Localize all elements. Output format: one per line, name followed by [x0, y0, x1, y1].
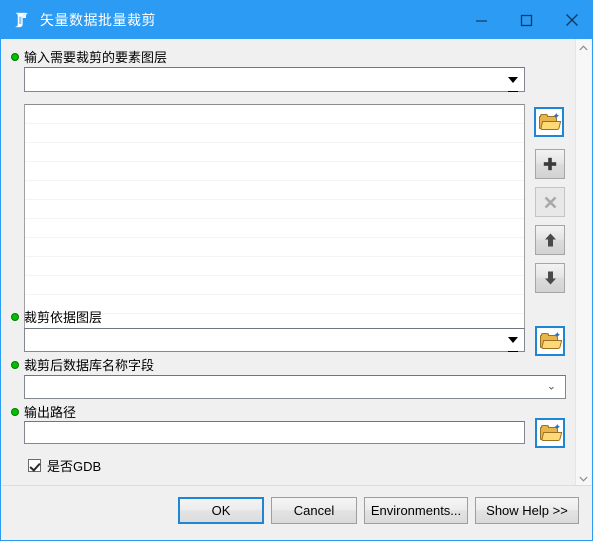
close-button[interactable] — [549, 1, 592, 39]
ok-button[interactable]: OK — [178, 497, 264, 524]
remove-row-button[interactable] — [535, 187, 565, 217]
list-item[interactable] — [25, 124, 524, 143]
required-indicator-icon — [11, 52, 19, 61]
chevron-down-icon[interactable] — [508, 337, 518, 352]
gdb-checkbox[interactable] — [28, 459, 41, 472]
scroll-up-arrow-icon[interactable] — [576, 39, 591, 56]
minimize-button[interactable] — [459, 1, 504, 39]
list-item[interactable] — [25, 238, 524, 257]
param-label-database-name-field: 裁剪后数据库名称字段 — [2, 356, 154, 373]
output-path-textbox[interactable] — [24, 421, 525, 444]
required-indicator-icon — [11, 407, 19, 416]
maximize-button[interactable] — [504, 1, 549, 39]
window-title: 矢量数据批量裁剪 — [40, 12, 156, 28]
parameter-panel: 输入需要裁剪的要素图层 ✦ 裁剪依据图层 ✦ 裁剪后数据库名称字段 ⌄ 输出路径… — [2, 39, 579, 487]
browse-input-layer-button[interactable]: ✦ — [534, 107, 564, 137]
gdb-checkbox-label: 是否GDB — [47, 459, 102, 474]
dialog-button-bar: OK Cancel Environments... Show Help >> — [2, 485, 592, 539]
environments-button[interactable]: Environments... — [364, 497, 468, 524]
open-folder-icon: ✦ — [539, 111, 562, 131]
required-indicator-icon — [11, 312, 19, 321]
list-item[interactable] — [25, 162, 524, 181]
database-name-field-combobox[interactable]: ⌄ — [24, 375, 566, 399]
window-controls — [459, 1, 592, 39]
arrow-up-icon — [544, 233, 556, 247]
plus-icon — [543, 157, 557, 171]
open-folder-icon: ✦ — [540, 330, 563, 350]
move-down-button[interactable] — [535, 263, 565, 293]
title-bar[interactable]: 矢量数据批量裁剪 — [1, 1, 592, 39]
list-item[interactable] — [25, 257, 524, 276]
clip-layer-combobox[interactable] — [24, 328, 525, 352]
list-item[interactable] — [25, 181, 524, 200]
add-row-button[interactable] — [535, 149, 565, 179]
panel-scrollbar[interactable] — [575, 39, 591, 487]
list-item[interactable] — [25, 105, 524, 124]
cancel-button[interactable]: Cancel — [271, 497, 357, 524]
list-item[interactable] — [25, 200, 524, 219]
browse-clip-layer-button[interactable]: ✦ — [535, 326, 565, 356]
tool-dialog-window: 矢量数据批量裁剪 输入需要裁剪的要素图层 ✦ 裁剪依据图层 ✦ 裁剪后数据库名称… — [0, 0, 593, 541]
param-label-input-feature-layer: 输入需要裁剪的要素图层 — [2, 48, 167, 65]
list-item[interactable] — [25, 276, 524, 295]
arrow-down-icon — [544, 271, 556, 285]
open-folder-icon: ✦ — [540, 422, 563, 442]
list-item[interactable] — [25, 219, 524, 238]
param-label-clip-layer: 裁剪依据图层 — [2, 308, 102, 325]
show-help-button[interactable]: Show Help >> — [475, 497, 579, 524]
close-x-icon — [544, 196, 556, 208]
script-tool-icon — [12, 10, 32, 30]
chevron-down-icon[interactable]: ⌄ — [547, 381, 556, 393]
input-feature-layer-combobox[interactable] — [24, 67, 525, 92]
param-label-output-path: 输出路径 — [2, 403, 76, 420]
list-item[interactable] — [25, 143, 524, 162]
gdb-checkbox-row[interactable]: 是否GDB — [28, 456, 101, 475]
required-indicator-icon — [11, 360, 19, 369]
browse-output-path-button[interactable]: ✦ — [535, 418, 565, 448]
chevron-down-icon[interactable] — [508, 76, 518, 92]
move-up-button[interactable] — [535, 225, 565, 255]
